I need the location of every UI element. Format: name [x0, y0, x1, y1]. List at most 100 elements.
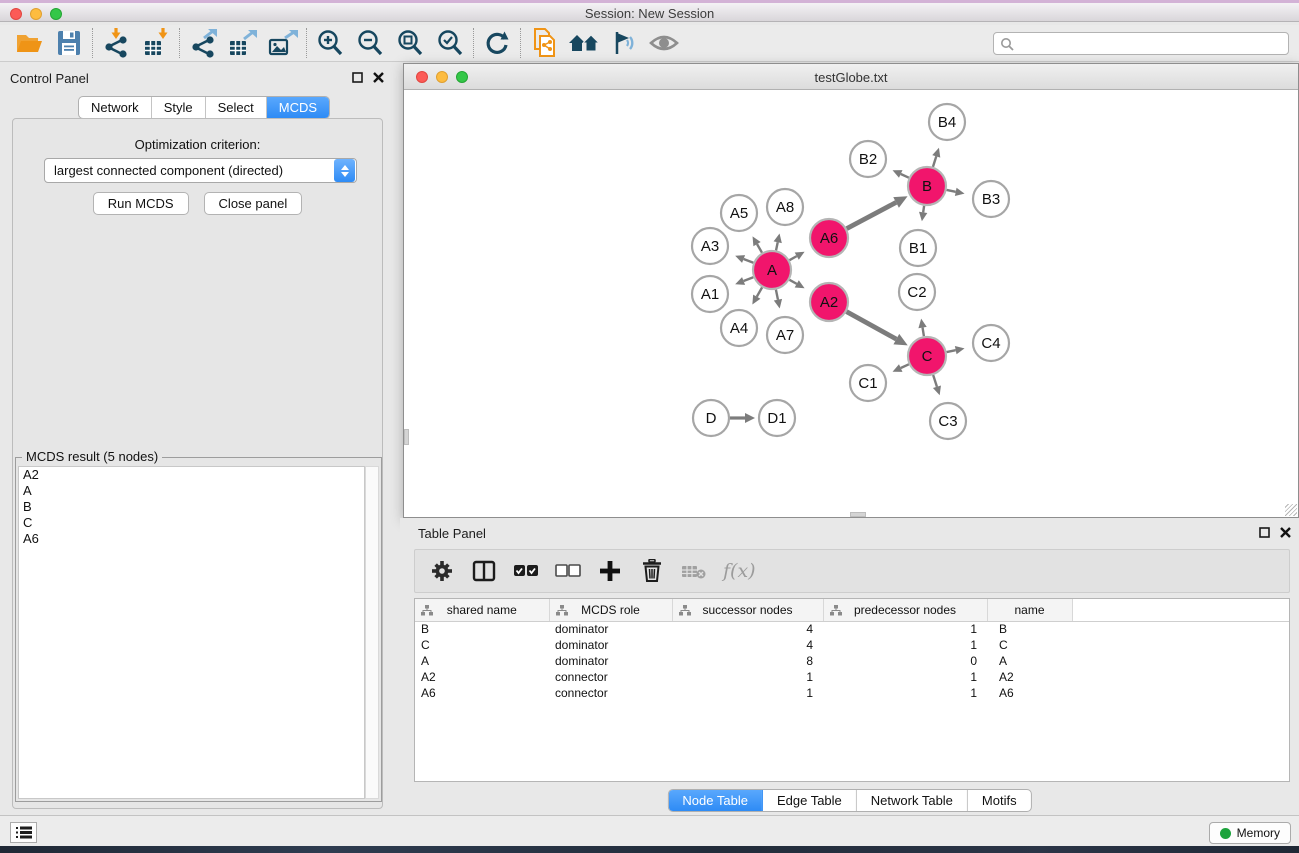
list-item[interactable]: B — [19, 499, 364, 515]
task-history-button[interactable] — [10, 822, 37, 843]
toolbar-separator — [473, 28, 474, 58]
graph-edge-B-B3[interactable] — [947, 190, 956, 192]
graph-edge-C-C1[interactable] — [901, 364, 909, 368]
open-folder-icon[interactable] — [12, 27, 46, 59]
column-header[interactable]: MCDS role — [549, 599, 672, 621]
search-field[interactable] — [993, 32, 1289, 55]
select-all-icon[interactable] — [513, 555, 539, 587]
graph-edge-C-C4[interactable] — [947, 350, 956, 352]
graph-node-label: D — [706, 410, 717, 427]
table-row[interactable]: Bdominator41B — [415, 621, 1289, 637]
panel-drag-handle[interactable] — [850, 512, 866, 517]
add-column-icon[interactable] — [597, 555, 623, 587]
column-type-icon — [421, 605, 433, 616]
tab-node-table[interactable]: Node Table — [668, 790, 763, 811]
graph-edge-B-B4[interactable] — [933, 156, 936, 167]
node-table[interactable]: shared name MCDS role successor nodes pr… — [414, 598, 1290, 782]
float-panel-icon[interactable] — [1259, 527, 1270, 538]
network-canvas[interactable]: B4B2BB3A5A8A6A3AB1A1A2C2A4A7C4C1CDD1C3 — [404, 90, 1298, 517]
deselect-all-icon[interactable] — [555, 555, 581, 587]
graph-node-label: D1 — [767, 410, 786, 427]
zoom-fit-icon[interactable] — [393, 27, 427, 59]
save-icon[interactable] — [52, 27, 86, 59]
home-layout-icon[interactable] — [567, 27, 601, 59]
list-item[interactable]: A6 — [19, 531, 364, 547]
network-window-titlebar[interactable]: testGlobe.txt — [404, 64, 1298, 90]
eye-icon[interactable] — [647, 27, 681, 59]
tab-motifs[interactable]: Motifs — [968, 790, 1031, 811]
table-row[interactable]: Adominator80A — [415, 653, 1289, 669]
graph-node-label: C4 — [981, 335, 1000, 352]
zoom-in-icon[interactable] — [313, 27, 347, 59]
delete-trash-icon[interactable] — [639, 555, 665, 587]
list-item[interactable]: A — [19, 483, 364, 499]
graph-edge-A-A7[interactable] — [776, 290, 778, 300]
graph-edge-A-A5[interactable] — [757, 244, 762, 253]
table-row[interactable]: A6connector11A6 — [415, 685, 1289, 701]
export-network-icon[interactable] — [186, 27, 220, 59]
graphics-details-icon[interactable] — [607, 27, 641, 59]
graph-edge-A2-C[interactable] — [847, 312, 897, 339]
memory-label: Memory — [1237, 826, 1280, 840]
edge-arrowhead — [745, 413, 755, 423]
memory-button[interactable]: Memory — [1209, 822, 1291, 844]
tab-network-table[interactable]: Network Table — [857, 790, 968, 811]
zoom-selected-icon[interactable] — [433, 27, 467, 59]
export-image-icon[interactable] — [266, 27, 300, 59]
export-table-icon[interactable] — [226, 27, 260, 59]
tab-mcds[interactable]: MCDS — [267, 97, 329, 118]
tab-network[interactable]: Network — [79, 97, 152, 118]
import-table-icon[interactable] — [139, 27, 173, 59]
table-row[interactable]: A2connector11A2 — [415, 669, 1289, 685]
scrollbar-track[interactable] — [365, 466, 379, 799]
mcds-result-list[interactable]: A2 A B C A6 — [18, 466, 365, 799]
panel-drag-handle[interactable] — [404, 429, 409, 445]
import-network-icon[interactable] — [99, 27, 133, 59]
column-header[interactable]: successor nodes — [672, 599, 823, 621]
graph-edge-A-A2[interactable] — [789, 280, 796, 284]
graph-edge-C-C2[interactable] — [923, 328, 924, 337]
graph-edge-A6-B[interactable] — [847, 202, 896, 228]
list-item[interactable]: C — [19, 515, 364, 531]
float-panel-icon[interactable] — [352, 72, 363, 83]
close-panel-button[interactable]: Close panel — [204, 192, 303, 215]
graph-edge-B-B2[interactable] — [901, 174, 909, 178]
column-header[interactable]: name — [987, 599, 1072, 621]
tab-edge-table[interactable]: Edge Table — [763, 790, 857, 811]
table-row[interactable]: Cdominator41C — [415, 637, 1289, 653]
graph-edge-A-A1[interactable] — [744, 277, 754, 281]
tab-style[interactable]: Style — [152, 97, 206, 118]
edge-arrowhead — [955, 346, 965, 354]
criterion-dropdown[interactable]: largest connected component (directed) — [44, 158, 357, 183]
column-panel-icon[interactable] — [471, 555, 497, 587]
optimization-criterion-label: Optimization criterion: — [13, 137, 382, 152]
run-mcds-button[interactable]: Run MCDS — [93, 192, 189, 215]
search-input[interactable] — [1018, 34, 1288, 53]
graph-edge-C-C3[interactable] — [933, 375, 937, 387]
table-settings-gear-icon[interactable] — [429, 555, 455, 587]
graph-node-label: A6 — [820, 230, 838, 247]
resize-grip[interactable] — [1285, 504, 1297, 516]
list-item[interactable]: A2 — [19, 467, 364, 483]
desktop-background — [0, 846, 1299, 853]
close-panel-icon[interactable] — [1280, 527, 1291, 538]
graph-node-label: B — [922, 178, 932, 195]
zoom-out-icon[interactable] — [353, 27, 387, 59]
delete-table-icon — [681, 555, 707, 587]
edge-arrowhead — [774, 299, 782, 309]
clone-network-icon[interactable] — [527, 27, 561, 59]
edge-arrowhead — [933, 385, 941, 395]
graph-edge-B-B1[interactable] — [923, 206, 924, 213]
column-header[interactable]: shared name — [415, 599, 549, 621]
refresh-icon[interactable] — [480, 27, 514, 59]
criterion-value: largest connected component (directed) — [45, 163, 334, 178]
graph-edge-A-A3[interactable] — [744, 259, 754, 263]
close-panel-icon[interactable] — [373, 72, 384, 83]
graph-edge-A-A4[interactable] — [757, 287, 762, 296]
network-graph[interactable]: B4B2BB3A5A8A6A3AB1A1A2C2A4A7C4C1CDD1C3 — [404, 90, 1298, 518]
column-header[interactable]: predecessor nodes — [823, 599, 987, 621]
graph-edge-A-A8[interactable] — [776, 242, 778, 250]
edge-arrowhead — [932, 148, 940, 158]
graph-edge-A-A6[interactable] — [789, 256, 796, 260]
tab-select[interactable]: Select — [206, 97, 267, 118]
